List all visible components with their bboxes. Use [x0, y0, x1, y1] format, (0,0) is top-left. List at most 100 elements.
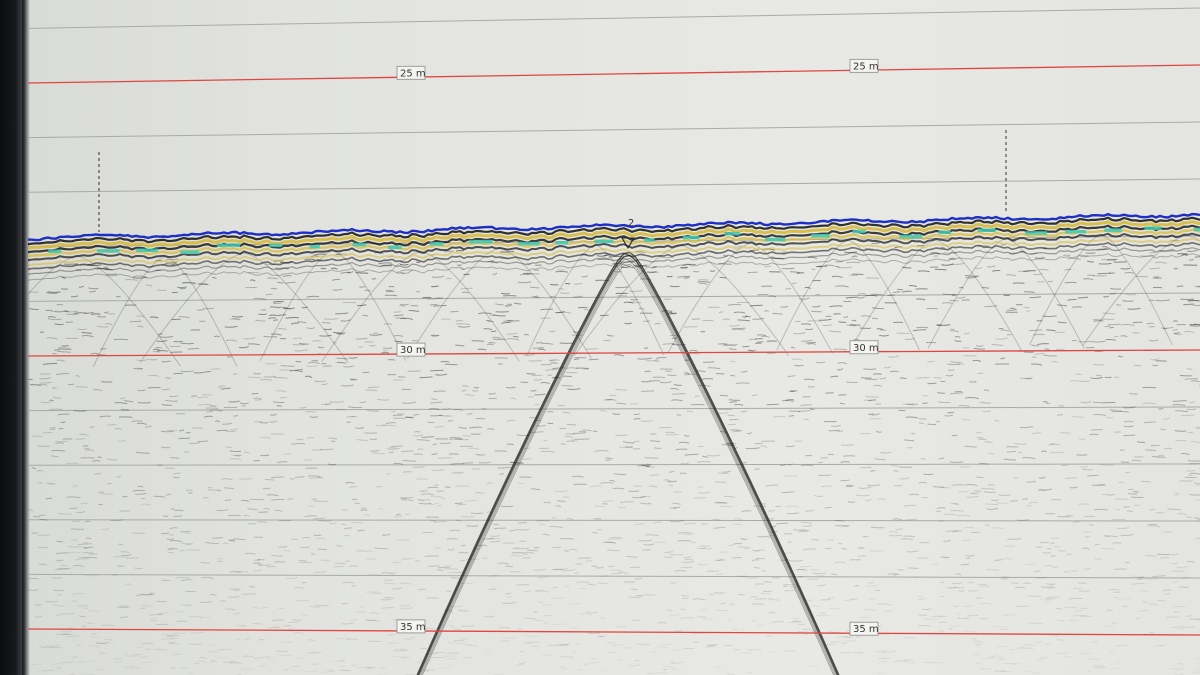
noise-stroke: [363, 550, 373, 553]
reflection-highlight: [644, 238, 655, 242]
noise-stroke: [301, 537, 310, 539]
noise-stroke: [867, 484, 881, 486]
noise-stroke: [1172, 400, 1187, 402]
noise-stroke: [517, 628, 523, 630]
noise-stroke: [470, 433, 481, 435]
noise-stroke: [1063, 254, 1071, 257]
noise-stroke: [1178, 628, 1185, 631]
noise-stroke: [41, 669, 54, 672]
noise-stroke: [402, 471, 412, 473]
noise-stroke: [1012, 662, 1021, 665]
noise-stroke: [829, 631, 840, 633]
noise-stroke: [179, 549, 186, 552]
noise-stroke: [292, 343, 306, 346]
noise-stroke: [531, 295, 539, 298]
noise-stroke: [224, 608, 236, 611]
profile-canvas[interactable]: 25 m25 m30 m 30 m35 m 35 m 2: [0, 0, 1200, 675]
noise-stroke: [949, 392, 964, 395]
noise-stroke: [369, 333, 383, 336]
noise-stroke: [630, 588, 638, 591]
noise-stroke: [310, 605, 321, 608]
reflection-highlight: [517, 241, 540, 246]
noise-stroke: [800, 521, 812, 524]
noise-stroke: [180, 342, 194, 345]
noise-stroke: [273, 376, 288, 379]
noise-stroke: [372, 332, 379, 335]
noise-stroke: [1104, 325, 1111, 328]
noise-stroke: [277, 654, 292, 656]
noise-stroke: [884, 366, 892, 369]
noise-stroke: [1173, 333, 1182, 335]
noise-stroke: [619, 501, 634, 504]
noise-stroke: [299, 546, 310, 549]
noise-stroke: [977, 372, 984, 375]
noise-stroke: [60, 541, 65, 543]
noise-stroke: [654, 541, 666, 544]
noise-stroke: [209, 593, 217, 596]
noise-stroke: [273, 301, 284, 303]
noise-stroke: [633, 413, 640, 415]
noise-stroke: [784, 475, 798, 477]
noise-stroke: [277, 281, 284, 284]
noise-stroke: [92, 389, 103, 392]
noise-stroke: [768, 509, 776, 512]
noise-stroke: [563, 411, 571, 414]
noise-stroke: [558, 665, 565, 668]
noise-stroke: [1110, 667, 1121, 670]
noise-stroke: [1055, 607, 1063, 610]
noise-stroke: [1123, 425, 1134, 428]
noise-stroke: [653, 447, 662, 449]
noise-stroke: [755, 342, 762, 345]
noise-stroke: [228, 514, 241, 517]
noise-stroke: [707, 454, 721, 457]
noise-stroke: [865, 395, 880, 398]
noise-stroke: [393, 417, 405, 420]
noise-stroke: [239, 346, 249, 349]
noise-stroke: [251, 392, 259, 395]
noise-stroke: [1067, 257, 1081, 260]
noise-stroke: [305, 411, 316, 413]
noise-stroke: [385, 422, 396, 425]
noise-stroke: [57, 512, 72, 515]
noise-stroke: [197, 440, 209, 443]
noise-stroke: [800, 404, 812, 407]
noise-stroke: [126, 583, 132, 585]
noise-stroke: [965, 274, 980, 277]
noise-stroke: [703, 361, 715, 363]
hyperbola-arm: [421, 263, 835, 675]
noise-stroke: [1118, 481, 1124, 484]
noise-stroke: [534, 378, 543, 381]
noise-stroke: [792, 358, 803, 361]
noise-stroke: [220, 387, 231, 390]
noise-stroke: [435, 373, 448, 376]
noise-stroke: [824, 547, 833, 550]
noise-stroke: [577, 557, 591, 559]
noise-stroke: [1045, 642, 1051, 645]
noise-stroke: [298, 342, 309, 345]
noise-stroke: [834, 265, 840, 268]
noise-stroke: [720, 505, 733, 508]
noise-stroke: [740, 538, 748, 540]
noise-stroke: [141, 642, 154, 645]
noise-stroke: [299, 561, 313, 564]
noise-stroke: [260, 454, 270, 457]
noise-stroke: [972, 359, 982, 362]
noise-stroke: [77, 605, 89, 607]
noise-stroke: [313, 517, 326, 520]
noise-stroke: [413, 434, 424, 437]
noise-stroke: [756, 334, 767, 337]
noise-stroke: [517, 482, 524, 485]
noise-stroke: [870, 526, 885, 529]
noise-stroke: [1038, 476, 1046, 479]
noise-stroke: [858, 486, 872, 489]
noise-stroke: [139, 656, 147, 658]
noise-stroke: [923, 661, 935, 664]
noise-stroke: [749, 338, 757, 341]
noise-stroke: [1186, 367, 1193, 370]
noise-stroke: [1029, 329, 1043, 332]
seismic-profile-viewer[interactable]: 25 m 25 m 30 m 30 m 35 m 35 m 2: [0, 0, 1200, 675]
noise-stroke: [114, 402, 128, 405]
noise-stroke: [1083, 515, 1095, 518]
noise-stroke: [850, 324, 861, 326]
noise-stroke: [1091, 641, 1099, 644]
